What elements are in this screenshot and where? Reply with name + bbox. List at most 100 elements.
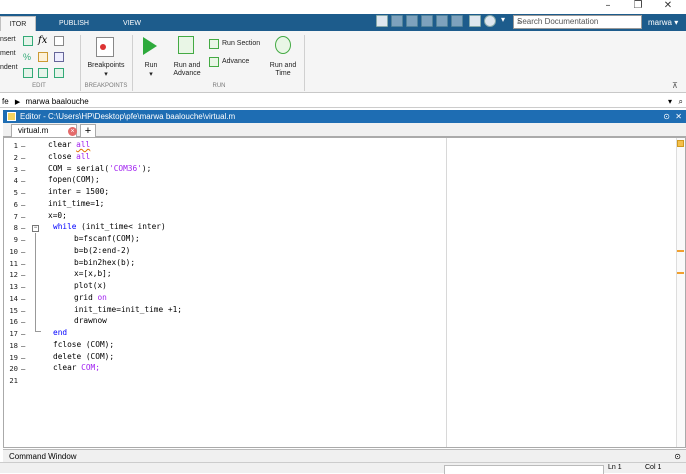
- line-executable-marker[interactable]: –: [21, 188, 25, 197]
- code-line[interactable]: clear COM;: [53, 363, 100, 372]
- line-executable-marker[interactable]: –: [21, 259, 25, 268]
- run-dropdown-icon[interactable]: ▾: [136, 71, 166, 79]
- breakpoints-icon[interactable]: [96, 37, 114, 57]
- help-icon[interactable]: [484, 15, 496, 27]
- wrap-comments-icon[interactable]: [54, 52, 64, 62]
- command-window-bar[interactable]: Command Window ⊙: [3, 449, 686, 462]
- code-line[interactable]: end: [53, 328, 67, 337]
- code-line[interactable]: drawnow: [74, 316, 107, 325]
- code-editor[interactable]: 1–2–3–4–5–6–7–8–9–10–11–12–13–14–15–16–1…: [3, 137, 686, 448]
- line-executable-marker[interactable]: –: [21, 165, 25, 174]
- indent-icon[interactable]: [38, 68, 48, 78]
- warning-marker[interactable]: [677, 250, 684, 252]
- code-line[interactable]: b=b(2:end-2): [74, 246, 130, 255]
- indent-button[interactable]: ndent: [0, 64, 24, 72]
- line-executable-marker[interactable]: –: [21, 317, 25, 326]
- run-and-advance-icon[interactable]: [178, 36, 194, 54]
- breadcrumb-folder[interactable]: marwa baalouche: [26, 97, 89, 106]
- address-dropdown-icon[interactable]: ▾: [668, 95, 672, 108]
- code-line[interactable]: x=0;: [48, 211, 67, 220]
- copy-icon[interactable]: [406, 15, 418, 27]
- close-tab-icon[interactable]: ×: [68, 127, 77, 136]
- line-executable-marker[interactable]: –: [21, 212, 25, 221]
- line-executable-marker[interactable]: –: [21, 329, 25, 338]
- run-button[interactable]: Run: [136, 62, 166, 70]
- code-line[interactable]: fopen(COM);: [48, 175, 100, 184]
- insert-icon[interactable]: [23, 36, 33, 46]
- advance-icon[interactable]: [209, 57, 219, 67]
- undo-icon[interactable]: [436, 15, 448, 27]
- qat-dropdown-icon[interactable]: ▾: [501, 15, 505, 24]
- tab-editor[interactable]: ITOR: [0, 16, 36, 31]
- code-line[interactable]: b=fscanf(COM);: [74, 234, 140, 243]
- run-section-icon[interactable]: [209, 39, 219, 49]
- run-section-button[interactable]: Run Section: [222, 40, 266, 48]
- code-line[interactable]: clear all: [48, 140, 90, 149]
- restore-button[interactable]: ❐: [626, 0, 650, 14]
- line-executable-marker[interactable]: –: [21, 364, 25, 373]
- fold-toggle-icon[interactable]: −: [32, 225, 39, 232]
- code-line[interactable]: init_time=1;: [48, 199, 104, 208]
- collapse-ribbon-icon[interactable]: ⊼: [672, 81, 678, 90]
- code-line[interactable]: b=bin2hex(b);: [74, 258, 135, 267]
- run-and-time-button[interactable]: Run and Time: [266, 62, 300, 78]
- line-executable-marker[interactable]: –: [21, 282, 25, 291]
- analyzer-status-icon[interactable]: [677, 140, 684, 147]
- editor-close-icon[interactable]: ✕: [675, 110, 682, 123]
- run-icon[interactable]: [143, 37, 157, 55]
- fx-icon[interactable]: fx: [38, 35, 47, 46]
- breakpoints-dropdown-icon[interactable]: ▾: [84, 71, 128, 79]
- line-executable-marker[interactable]: –: [21, 200, 25, 209]
- run-and-time-icon[interactable]: [275, 36, 291, 54]
- tab-publish[interactable]: PUBLISH: [52, 16, 96, 31]
- code-line[interactable]: x=[x,b];: [74, 269, 112, 278]
- line-executable-marker[interactable]: –: [21, 294, 25, 303]
- outdent-icon[interactable]: [54, 68, 64, 78]
- smart-indent-icon[interactable]: [23, 68, 33, 78]
- code-line[interactable]: while (init_time< inter): [53, 222, 166, 231]
- uncomment-icon[interactable]: [38, 52, 48, 62]
- close-window-button[interactable]: ✕: [656, 0, 680, 14]
- save-icon[interactable]: [376, 15, 388, 27]
- editor-actions-icon[interactable]: ⊙: [663, 110, 670, 123]
- line-executable-marker[interactable]: –: [21, 153, 25, 162]
- code-line[interactable]: init_time=init_time +1;: [74, 305, 182, 314]
- switch-windows-icon[interactable]: [469, 15, 481, 27]
- line-executable-marker[interactable]: –: [21, 353, 25, 362]
- code-area[interactable]: clear all close all COM = serial('COM36');…: [48, 138, 446, 447]
- line-executable-marker[interactable]: –: [21, 270, 25, 279]
- function-browser-icon[interactable]: [54, 36, 64, 46]
- file-tab-virtual[interactable]: virtual.m ×: [11, 124, 77, 137]
- run-and-advance-button[interactable]: Run and Advance: [168, 62, 206, 78]
- folder-search-icon[interactable]: ⌕: [679, 95, 683, 108]
- current-folder-bar[interactable]: fe ▶ marwa baalouche ▾ ⌕: [0, 95, 686, 108]
- code-line[interactable]: inter = 1500;: [48, 187, 109, 196]
- code-line[interactable]: plot(x): [74, 281, 107, 290]
- code-line[interactable]: delete (COM);: [53, 352, 114, 361]
- line-executable-marker[interactable]: –: [21, 141, 25, 150]
- new-tab-button[interactable]: +: [80, 124, 96, 137]
- address-prefix[interactable]: fe: [2, 97, 9, 106]
- minimize-button[interactable]: –: [596, 0, 620, 14]
- cut-icon[interactable]: [391, 15, 403, 27]
- tab-view[interactable]: VIEW: [110, 16, 154, 31]
- redo-icon[interactable]: [451, 15, 463, 27]
- line-executable-marker[interactable]: –: [21, 341, 25, 350]
- code-line[interactable]: fclose (COM);: [53, 340, 114, 349]
- line-executable-marker[interactable]: –: [21, 223, 25, 232]
- user-account-menu[interactable]: marwa ▾: [644, 14, 686, 31]
- line-executable-marker[interactable]: –: [21, 176, 25, 185]
- insert-button[interactable]: nsert: [0, 36, 24, 44]
- code-line[interactable]: COM = serial('COM36');: [48, 164, 151, 173]
- line-executable-marker[interactable]: –: [21, 306, 25, 315]
- comment-button[interactable]: ment: [0, 50, 24, 58]
- search-documentation-input[interactable]: Search Documentation ⌕: [513, 15, 642, 29]
- code-line[interactable]: close all: [48, 152, 90, 161]
- line-executable-marker[interactable]: –: [21, 235, 25, 244]
- line-executable-marker[interactable]: –: [21, 247, 25, 256]
- vertical-scrollbar[interactable]: [676, 138, 685, 447]
- paste-icon[interactable]: [421, 15, 433, 27]
- comment-percent-icon[interactable]: %: [23, 52, 33, 62]
- search-icon[interactable]: ⌕: [517, 17, 638, 27]
- advance-button[interactable]: Advance: [222, 58, 258, 66]
